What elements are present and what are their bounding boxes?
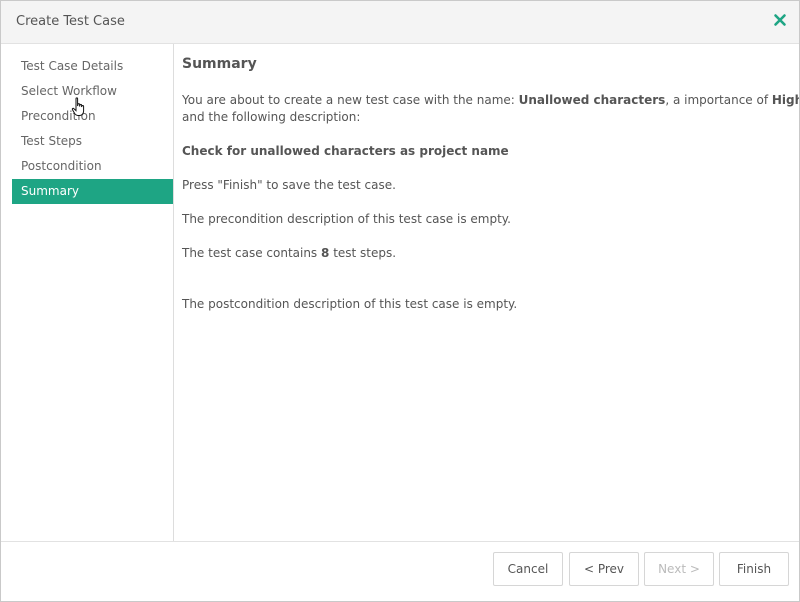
- dialog-header: Create Test Case: [1, 1, 799, 44]
- precondition-summary: The precondition description of this tes…: [182, 212, 511, 226]
- test-case-name: Unallowed characters: [518, 93, 666, 107]
- sidebar-item-summary[interactable]: Summary: [12, 179, 173, 204]
- sidebar-item-precondition[interactable]: Precondition: [12, 104, 173, 129]
- postcondition-summary: The postcondition description of this te…: [182, 297, 518, 311]
- wizard-step-list: Test Case Details Select Workflow Precon…: [12, 54, 173, 204]
- intro-prefix: You are about to create a new test case …: [182, 93, 519, 107]
- summary-panel: Summary You are about to create a new te…: [182, 44, 799, 534]
- dialog-footer: Cancel < Prev Next > Finish: [1, 541, 799, 601]
- sidebar-item-select-workflow[interactable]: Select Workflow: [12, 79, 173, 104]
- next-button: Next >: [644, 552, 714, 586]
- sidebar-item-test-steps[interactable]: Test Steps: [12, 129, 173, 154]
- steps-summary: The test case contains 8 test steps.: [182, 245, 396, 262]
- intro-suffix: and the following description:: [182, 110, 361, 124]
- finish-hint: Press "Finish" to save the test case.: [182, 178, 396, 192]
- close-icon[interactable]: [772, 12, 788, 28]
- steps-prefix: The test case contains: [182, 246, 322, 260]
- summary-title: Summary: [182, 56, 257, 72]
- sidebar-item-postcondition[interactable]: Postcondition: [12, 154, 173, 179]
- description-text: Check for unallowed characters as projec…: [182, 144, 509, 158]
- cancel-button[interactable]: Cancel: [493, 552, 563, 586]
- sidebar-item-test-case-details[interactable]: Test Case Details: [12, 54, 173, 79]
- summary-intro: You are about to create a new test case …: [182, 92, 799, 126]
- intro-middle: , a importance of: [665, 93, 772, 107]
- steps-suffix: test steps.: [329, 246, 397, 260]
- test-case-description: Check for unallowed characters as projec…: [182, 143, 509, 160]
- wizard-sidebar: Test Case Details Select Workflow Precon…: [1, 44, 174, 541]
- create-test-case-dialog: Create Test Case Test Case Details Selec…: [0, 0, 800, 602]
- dialog-title: Create Test Case: [16, 14, 125, 29]
- prev-button[interactable]: < Prev: [569, 552, 639, 586]
- finish-button[interactable]: Finish: [719, 552, 789, 586]
- test-case-importance: High: [771, 93, 799, 107]
